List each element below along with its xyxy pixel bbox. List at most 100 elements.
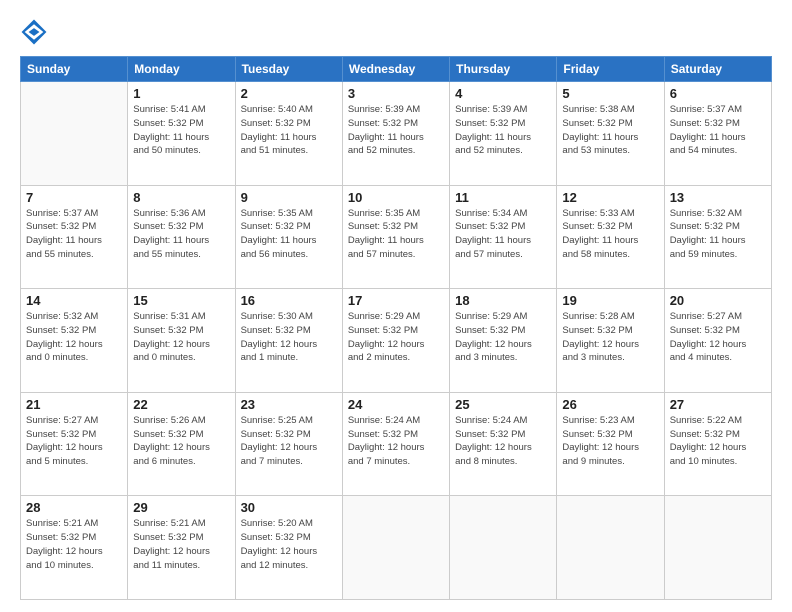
calendar-cell: 29 Sunrise: 5:21 AM Sunset: 5:32 PM Dayli… [128,496,235,600]
day-number: 26 [562,397,658,412]
calendar-cell: 28Sunrise: 5:21 AM Sunset: 5:32 PM Dayli… [21,496,128,600]
day-number: 2 [241,86,337,101]
calendar-cell [342,496,449,600]
day-number: 16 [241,293,337,308]
calendar-cell: 6 Sunrise: 5:37 AM Sunset: 5:32 PM Daylig… [664,82,771,186]
calendar-cell: 11Sunrise: 5:34 AM Sunset: 5:32 PM Dayli… [450,185,557,289]
day-number: 25 [455,397,551,412]
calendar-week-2: 7 Sunrise: 5:37 AM Sunset: 5:32 PM Daylig… [21,185,772,289]
day-info: Sunrise: 5:32 AM Sunset: 5:32 PM Dayligh… [26,310,122,365]
day-info: Sunrise: 5:37 AM Sunset: 5:32 PM Dayligh… [26,207,122,262]
calendar-cell [21,82,128,186]
day-number: 23 [241,397,337,412]
day-info: Sunrise: 5:41 AM Sunset: 5:32 PM Dayligh… [133,103,229,158]
weekday-header-tuesday: Tuesday [235,57,342,82]
day-number: 22 [133,397,229,412]
day-info: Sunrise: 5:21 AM Sunset: 5:32 PM Dayligh… [133,517,229,572]
day-number: 7 [26,190,122,205]
day-number: 24 [348,397,444,412]
calendar-cell: 8Sunrise: 5:36 AM Sunset: 5:32 PM Daylig… [128,185,235,289]
calendar-cell: 15Sunrise: 5:31 AM Sunset: 5:32 PM Dayli… [128,289,235,393]
day-info: Sunrise: 5:39 AM Sunset: 5:32 PM Dayligh… [455,103,551,158]
day-number: 11 [455,190,551,205]
weekday-header-monday: Monday [128,57,235,82]
day-info: Sunrise: 5:28 AM Sunset: 5:32 PM Dayligh… [562,310,658,365]
day-number: 17 [348,293,444,308]
calendar-cell: 4 Sunrise: 5:39 AM Sunset: 5:32 PM Daylig… [450,82,557,186]
day-number: 10 [348,190,444,205]
calendar-cell: 22 Sunrise: 5:26 AM Sunset: 5:32 PM Dayli… [128,392,235,496]
calendar-cell: 26 Sunrise: 5:23 AM Sunset: 5:32 PM Dayli… [557,392,664,496]
header [20,18,772,46]
calendar-cell: 24 Sunrise: 5:24 AM Sunset: 5:32 PM Dayli… [342,392,449,496]
calendar-cell: 3 Sunrise: 5:39 AM Sunset: 5:32 PM Daylig… [342,82,449,186]
day-info: Sunrise: 5:20 AM Sunset: 5:32 PM Dayligh… [241,517,337,572]
day-number: 12 [562,190,658,205]
logo-icon [20,18,48,46]
day-info: Sunrise: 5:38 AM Sunset: 5:32 PM Dayligh… [562,103,658,158]
calendar-cell: 17Sunrise: 5:29 AM Sunset: 5:32 PM Dayli… [342,289,449,393]
day-info: Sunrise: 5:39 AM Sunset: 5:32 PM Dayligh… [348,103,444,158]
calendar-cell: 19Sunrise: 5:28 AM Sunset: 5:32 PM Dayli… [557,289,664,393]
calendar-cell: 16 Sunrise: 5:30 AM Sunset: 5:32 PM Dayli… [235,289,342,393]
day-info: Sunrise: 5:26 AM Sunset: 5:32 PM Dayligh… [133,414,229,469]
logo [20,18,52,46]
calendar-week-5: 28 Sunrise: 5:21 AM Sunset: 5:32 PM Dayli… [21,496,772,600]
day-number: 9 [241,190,337,205]
weekday-header-sunday: Sunday [21,57,128,82]
day-number: 15 [133,293,229,308]
day-number: 27 [670,397,766,412]
calendar-cell: 12 Sunrise: 5:33 AM Sunset: 5:32 PM Dayli… [557,185,664,289]
calendar-cell: 5 Sunrise: 5:38 AM Sunset: 5:32 PM Daylig… [557,82,664,186]
calendar-cell: 9 Sunrise: 5:35 AM Sunset: 5:32 PM Daylig… [235,185,342,289]
calendar-cell [664,496,771,600]
weekday-header-row: SundayMondayTuesdayWednesdayThursdayFrid… [21,57,772,82]
day-info: Sunrise: 5:29 AM Sunset: 5:32 PM Dayligh… [455,310,551,365]
day-number: 3 [348,86,444,101]
calendar-cell: 13Sunrise: 5:32 AM Sunset: 5:32 PM Dayli… [664,185,771,289]
calendar-cell [450,496,557,600]
day-info: Sunrise: 5:37 AM Sunset: 5:32 PM Dayligh… [670,103,766,158]
calendar-week-4: 21Sunrise: 5:27 AM Sunset: 5:32 PM Dayli… [21,392,772,496]
calendar-cell: 30 Sunrise: 5:20 AM Sunset: 5:32 PM Dayli… [235,496,342,600]
day-number: 14 [26,293,122,308]
day-info: Sunrise: 5:30 AM Sunset: 5:32 PM Dayligh… [241,310,337,365]
day-number: 29 [133,500,229,515]
day-info: Sunrise: 5:35 AM Sunset: 5:32 PM Dayligh… [241,207,337,262]
calendar-cell: 2 Sunrise: 5:40 AM Sunset: 5:32 PM Daylig… [235,82,342,186]
day-number: 4 [455,86,551,101]
page: SundayMondayTuesdayWednesdayThursdayFrid… [0,0,792,612]
day-info: Sunrise: 5:24 AM Sunset: 5:32 PM Dayligh… [455,414,551,469]
day-info: Sunrise: 5:40 AM Sunset: 5:32 PM Dayligh… [241,103,337,158]
calendar-cell: 10 Sunrise: 5:35 AM Sunset: 5:32 PM Dayli… [342,185,449,289]
weekday-header-friday: Friday [557,57,664,82]
calendar-cell: 18 Sunrise: 5:29 AM Sunset: 5:32 PM Dayli… [450,289,557,393]
day-number: 20 [670,293,766,308]
day-number: 28 [26,500,122,515]
day-info: Sunrise: 5:35 AM Sunset: 5:32 PM Dayligh… [348,207,444,262]
weekday-header-wednesday: Wednesday [342,57,449,82]
calendar-week-1: 1Sunrise: 5:41 AM Sunset: 5:32 PM Daylig… [21,82,772,186]
weekday-header-saturday: Saturday [664,57,771,82]
calendar-cell: 1Sunrise: 5:41 AM Sunset: 5:32 PM Daylig… [128,82,235,186]
calendar-header: SundayMondayTuesdayWednesdayThursdayFrid… [21,57,772,82]
day-number: 5 [562,86,658,101]
day-info: Sunrise: 5:25 AM Sunset: 5:32 PM Dayligh… [241,414,337,469]
day-info: Sunrise: 5:27 AM Sunset: 5:32 PM Dayligh… [670,310,766,365]
calendar-week-3: 14 Sunrise: 5:32 AM Sunset: 5:32 PM Dayli… [21,289,772,393]
calendar-cell: 14 Sunrise: 5:32 AM Sunset: 5:32 PM Dayli… [21,289,128,393]
day-info: Sunrise: 5:36 AM Sunset: 5:32 PM Dayligh… [133,207,229,262]
calendar-cell: 20 Sunrise: 5:27 AM Sunset: 5:32 PM Dayli… [664,289,771,393]
calendar-cell: 25 Sunrise: 5:24 AM Sunset: 5:32 PM Dayli… [450,392,557,496]
day-number: 6 [670,86,766,101]
calendar-table: SundayMondayTuesdayWednesdayThursdayFrid… [20,56,772,600]
day-number: 30 [241,500,337,515]
day-info: Sunrise: 5:22 AM Sunset: 5:32 PM Dayligh… [670,414,766,469]
calendar-cell: 23 Sunrise: 5:25 AM Sunset: 5:32 PM Dayli… [235,392,342,496]
day-number: 18 [455,293,551,308]
day-info: Sunrise: 5:24 AM Sunset: 5:32 PM Dayligh… [348,414,444,469]
day-info: Sunrise: 5:23 AM Sunset: 5:32 PM Dayligh… [562,414,658,469]
day-info: Sunrise: 5:33 AM Sunset: 5:32 PM Dayligh… [562,207,658,262]
day-number: 13 [670,190,766,205]
calendar-body: 1Sunrise: 5:41 AM Sunset: 5:32 PM Daylig… [21,82,772,600]
